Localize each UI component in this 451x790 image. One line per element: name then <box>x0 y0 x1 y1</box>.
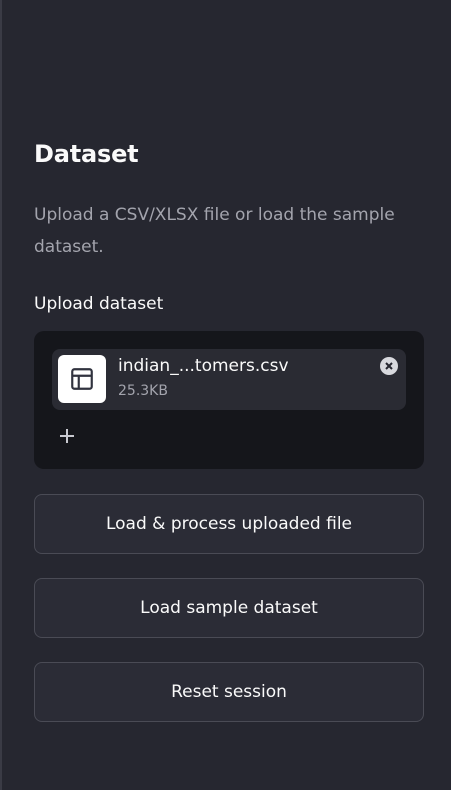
load-sample-dataset-button[interactable]: Load sample dataset <box>34 578 424 638</box>
uploaded-file-size: 25.3KB <box>118 383 168 399</box>
table-icon <box>58 355 106 403</box>
uploaded-file-card: indian_...tomers.csv 25.3KB <box>52 349 406 410</box>
uploaded-file-name: indian_...tomers.csv <box>118 356 289 376</box>
load-process-uploaded-file-button[interactable]: Load & process uploaded file <box>34 494 424 554</box>
sidebar: Dataset Upload a CSV/XLSX file or load t… <box>0 0 451 790</box>
sidebar-title: Dataset <box>34 140 139 168</box>
close-circle-icon[interactable] <box>380 357 398 375</box>
plus-icon[interactable] <box>56 425 78 447</box>
sidebar-subtitle: Upload a CSV/XLSX file or load the sampl… <box>34 205 395 257</box>
file-dropzone[interactable]: indian_...tomers.csv 25.3KB <box>34 331 424 469</box>
reset-session-button[interactable]: Reset session <box>34 662 424 722</box>
upload-dataset-label: Upload dataset <box>34 294 164 314</box>
